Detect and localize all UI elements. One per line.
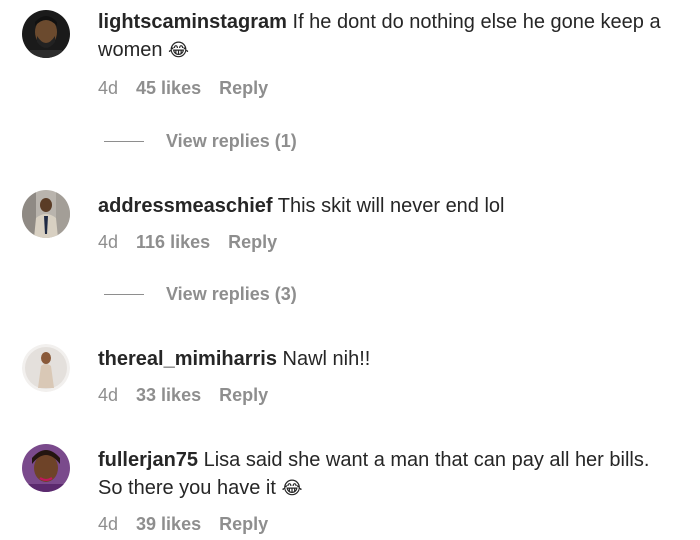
comment-text: fullerjan75 Lisa said she want a man tha… <box>98 446 670 503</box>
comment-text: addressmeaschief This skit will never en… <box>98 192 670 220</box>
avatar[interactable] <box>22 444 70 492</box>
comment-username[interactable]: fullerjan75 <box>98 449 198 471</box>
avatar[interactable] <box>22 344 70 392</box>
avatar-image <box>22 444 70 492</box>
laughing-emoji-icon: 😂 <box>168 40 190 61</box>
comment-time: 4d <box>98 232 119 252</box>
comment-message: Nawl nih!! <box>282 348 371 370</box>
comment-likes[interactable]: 45 likes <box>136 78 201 99</box>
comment-meta: 4d 39 likes Reply <box>98 514 268 535</box>
comment-username[interactable]: addressmeaschief <box>98 195 273 217</box>
reply-button[interactable]: Reply <box>219 385 268 406</box>
comment-likes[interactable]: 116 likes <box>136 232 210 253</box>
laughing-emoji-icon: 😂 <box>281 478 303 499</box>
avatar[interactable] <box>22 10 70 58</box>
comment-message: This skit will never end lol <box>277 195 505 217</box>
replies-divider <box>104 141 144 142</box>
view-replies-button[interactable]: View replies (1) <box>104 131 297 152</box>
view-replies-button[interactable]: View replies (3) <box>104 284 297 305</box>
reply-button[interactable]: Reply <box>219 514 268 535</box>
avatar-image <box>22 10 70 58</box>
avatar-image <box>22 344 70 392</box>
avatar-image <box>22 190 70 238</box>
comment-username[interactable]: lightscaminstagram <box>98 11 287 33</box>
avatar[interactable] <box>22 190 70 238</box>
comment-meta: 4d 45 likes Reply <box>98 78 268 99</box>
comment-username[interactable]: thereal_mimiharris <box>98 348 277 370</box>
comment-time: 4d <box>98 514 119 534</box>
comment-time: 4d <box>98 385 119 405</box>
comment-text: lightscaminstagram If he dont do nothing… <box>98 8 670 65</box>
view-replies-label: View replies (1) <box>166 131 297 151</box>
comment-meta: 4d 116 likes Reply <box>98 232 277 253</box>
comment-text: thereal_mimiharris Nawl nih!! <box>98 345 670 373</box>
comment-likes[interactable]: 33 likes <box>136 385 201 406</box>
comment-meta: 4d 33 likes Reply <box>98 385 268 406</box>
reply-button[interactable]: Reply <box>228 232 277 253</box>
comment-likes[interactable]: 39 likes <box>136 514 201 535</box>
comment-time: 4d <box>98 78 119 98</box>
view-replies-label: View replies (3) <box>166 284 297 304</box>
reply-button[interactable]: Reply <box>219 78 268 99</box>
replies-divider <box>104 294 144 295</box>
